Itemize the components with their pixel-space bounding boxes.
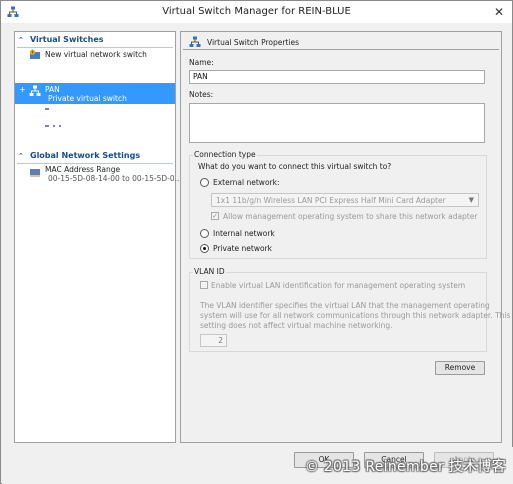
title-bar: Virtual Switch Manager for REIN-BLUE ✕: [1, 1, 512, 23]
collapse-chevron-icon[interactable]: ⌃: [18, 152, 27, 160]
network-adapter-dropdown[interactable]: 1x1 11b/g/n Wireless LAN PCI Express Hal…: [211, 193, 479, 207]
adapter-selected-value: 1x1 11b/g/n Wireless LAN PCI Express Hal…: [216, 196, 446, 205]
internal-network-radio[interactable]: [200, 229, 209, 238]
switch-type: Private virtual switch: [48, 94, 127, 103]
properties-header: Virtual Switch Properties: [183, 34, 499, 50]
mac-range-value: 00-15-5D-08-14-00 to 00-15-5D-0...: [48, 174, 182, 183]
new-switch-label: New virtual network switch: [45, 50, 147, 59]
switch-properties-pane: Virtual Switch Properties Name: PAN Note…: [180, 31, 510, 443]
switch-name: PAN: [45, 85, 60, 94]
private-network-label: Private network: [213, 244, 272, 253]
mac-range-label: MAC Address Range: [45, 165, 121, 174]
name-label: Name:: [189, 58, 214, 67]
external-network-radio[interactable]: [200, 178, 209, 187]
new-switch-icon: [29, 49, 40, 59]
global-settings-section-header[interactable]: ⌃ Global Network Settings: [18, 151, 140, 163]
artifact: [45, 125, 49, 127]
virtual-switch-manager-window: Virtual Switch Manager for REIN-BLUE ✕ ⌃…: [0, 0, 513, 484]
switch-navigation-pane: ⌃ Virtual Switches New virtual network sw…: [14, 31, 182, 443]
connection-type-title: Connection type: [193, 150, 257, 159]
virtual-switches-section-header[interactable]: ⌃ Virtual Switches: [18, 35, 104, 47]
chevron-down-icon: ▼: [468, 196, 474, 204]
close-button[interactable]: ✕: [492, 5, 506, 19]
notes-input[interactable]: [189, 103, 485, 143]
connection-question: What do you want to connect this virtual…: [198, 162, 392, 171]
external-network-label: External network:: [213, 178, 280, 187]
private-network-radio[interactable]: [200, 244, 209, 253]
copyright-watermark: © 2013 Reinember 技术博客: [304, 459, 506, 475]
name-input[interactable]: PAN: [189, 70, 485, 84]
vlan-description-line-3: setting does not affect virtual machine …: [200, 321, 393, 330]
global-settings-heading: Global Network Settings: [30, 151, 141, 160]
vlan-description-line-2: system will use for all network communic…: [200, 311, 511, 320]
network-card-icon: [30, 169, 40, 177]
expand-icon[interactable]: +: [19, 85, 26, 94]
artifact: [53, 125, 55, 127]
internal-network-label: Internal network: [213, 229, 275, 238]
vlan-id-title: VLAN ID: [193, 267, 226, 276]
new-virtual-switch-item[interactable]: New virtual network switch: [15, 48, 175, 62]
network-switch-icon: [29, 85, 41, 96]
collapse-chevron-icon[interactable]: ⌃: [18, 36, 27, 44]
remove-button[interactable]: Remove: [435, 361, 485, 375]
allow-management-label: Allow management operating system to sha…: [223, 212, 478, 221]
allow-management-checkbox[interactable]: ✓: [211, 212, 219, 220]
artifact: [45, 108, 49, 110]
network-switch-icon: [189, 36, 201, 47]
virtual-switches-heading: Virtual Switches: [30, 35, 104, 44]
window-title: Virtual Switch Manager for REIN-BLUE: [162, 6, 351, 17]
mac-address-range-item[interactable]: MAC Address Range 00-15-5D-08-14-00 to 0…: [15, 164, 182, 186]
vlan-id-input[interactable]: 2: [200, 334, 227, 347]
sidebar-item-pan[interactable]: + PAN Private virtual switch: [15, 83, 175, 104]
properties-title: Virtual Switch Properties: [207, 38, 299, 47]
enable-vlan-checkbox[interactable]: [200, 281, 208, 289]
enable-vlan-label: Enable virtual LAN identification for ma…: [211, 281, 466, 290]
notes-label: Notes:: [189, 90, 214, 99]
vlan-description-line-1: The VLAN identifier specifies the virtua…: [200, 301, 490, 310]
artifact: [59, 125, 61, 127]
